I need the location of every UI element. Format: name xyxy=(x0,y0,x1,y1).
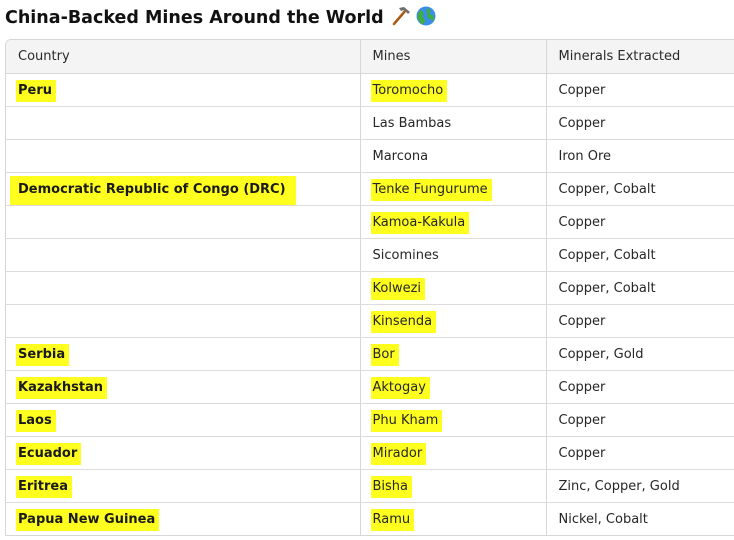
mine-name: Aktogay xyxy=(370,376,430,399)
table-row: Sicomines Copper, Cobalt xyxy=(6,238,734,272)
country-cell xyxy=(6,271,361,305)
mine-cell: Bisha xyxy=(360,469,547,503)
country-cell xyxy=(6,205,361,239)
mine-cell: Sicomines xyxy=(360,238,547,272)
minerals-cell: Copper xyxy=(546,370,734,404)
mine-name: Phu Kham xyxy=(370,409,443,432)
title-icons xyxy=(390,5,437,32)
country-name: Peru xyxy=(16,79,57,102)
country-name: Serbia xyxy=(16,343,70,366)
mine-cell: Ramu xyxy=(360,502,547,535)
country-cell: Peru xyxy=(6,73,361,107)
mine-name: Tenke Fungurume xyxy=(370,178,492,201)
column-header-minerals[interactable]: Minerals Extracted xyxy=(546,40,734,74)
mine-name: Ramu xyxy=(370,508,415,531)
mine-name: Bisha xyxy=(370,475,413,498)
table-row: Kinsenda Copper xyxy=(6,304,734,338)
mines-table: Country Mines Minerals Extracted Peru Tor… xyxy=(6,40,734,535)
table-row: Ecuador Mirador Copper xyxy=(6,436,734,470)
mine-name: Kinsenda xyxy=(370,310,437,333)
mine-cell: Las Bambas xyxy=(360,106,547,140)
mine-cell: Kinsenda xyxy=(360,304,547,338)
minerals-cell: Iron Ore xyxy=(546,139,734,173)
country-cell: Laos xyxy=(6,403,361,437)
mine-name: Kolwezi xyxy=(370,277,426,300)
minerals-cell: Zinc, Copper, Gold xyxy=(546,469,734,503)
column-header-country[interactable]: Country xyxy=(6,40,361,74)
table-row: Laos Phu Kham Copper xyxy=(6,403,734,437)
mine-name: Marcona xyxy=(372,148,429,164)
globe-icon xyxy=(415,5,437,32)
page-title: China-Backed Mines Around the World xyxy=(5,5,437,31)
minerals-cell: Copper xyxy=(546,73,734,107)
country-name: Democratic Republic of Congo (DRC) xyxy=(10,175,296,205)
country-cell xyxy=(6,106,361,140)
table-row: Peru Toromocho Copper xyxy=(6,73,734,107)
table-row: Marcona Iron Ore xyxy=(6,139,734,173)
table-row: Kazakhstan Aktogay Copper xyxy=(6,370,734,404)
mine-cell: Toromocho xyxy=(360,73,547,107)
table-body: Peru Toromocho Copper Las Bambas Copper Marco… xyxy=(6,73,734,535)
mine-name: Sicomines xyxy=(372,247,439,263)
hammer-pick-icon xyxy=(390,5,412,32)
table-row: Las Bambas Copper xyxy=(6,106,734,140)
mine-cell: Mirador xyxy=(360,436,547,470)
mine-name: Mirador xyxy=(370,442,427,465)
minerals-cell: Copper, Cobalt xyxy=(546,271,734,305)
table-row: Kolwezi Copper, Cobalt xyxy=(6,271,734,305)
table-header-row: Country Mines Minerals Extracted xyxy=(6,40,734,74)
minerals-cell: Copper xyxy=(546,436,734,470)
mine-name: Bor xyxy=(370,343,399,366)
minerals-cell: Copper, Cobalt xyxy=(546,172,734,206)
page-title-text: China-Backed Mines Around the World xyxy=(5,8,384,28)
minerals-cell: Copper xyxy=(546,403,734,437)
mine-cell: Bor xyxy=(360,337,547,371)
table-row: Eritrea Bisha Zinc, Copper, Gold xyxy=(6,469,734,503)
country-name: Kazakhstan xyxy=(16,376,108,399)
country-cell xyxy=(6,139,361,173)
table-row: Papua New Guinea Ramu Nickel, Cobalt xyxy=(6,502,734,535)
mine-cell: Phu Kham xyxy=(360,403,547,437)
column-header-mines[interactable]: Mines xyxy=(360,40,547,74)
mine-name: Kamoa-Kakula xyxy=(370,211,470,234)
country-cell: Ecuador xyxy=(6,436,361,470)
minerals-cell: Copper, Gold xyxy=(546,337,734,371)
country-cell xyxy=(6,238,361,272)
country-cell: Kazakhstan xyxy=(6,370,361,404)
minerals-cell: Copper xyxy=(546,205,734,239)
mine-cell: Kamoa-Kakula xyxy=(360,205,547,239)
country-cell: Serbia xyxy=(6,337,361,371)
minerals-cell: Copper, Cobalt xyxy=(546,238,734,272)
minerals-cell: Nickel, Cobalt xyxy=(558,511,648,527)
table-row: Serbia Bor Copper, Gold xyxy=(6,337,734,371)
country-cell: Papua New Guinea xyxy=(6,502,361,535)
country-name: Ecuador xyxy=(16,442,82,465)
table-row: Democratic Republic of Congo (DRC) Tenke … xyxy=(6,172,734,206)
country-name: Papua New Guinea xyxy=(16,508,160,531)
mine-name: Toromocho xyxy=(370,79,448,102)
mine-cell: Kolwezi xyxy=(360,271,547,305)
mine-cell: Tenke Fungurume xyxy=(360,172,547,206)
country-name: Eritrea xyxy=(16,475,72,498)
mine-cell: Aktogay xyxy=(360,370,547,404)
country-cell: Eritrea xyxy=(6,469,361,503)
minerals-cell: Copper xyxy=(546,106,734,140)
minerals-cell: Copper xyxy=(546,304,734,338)
mines-table-container: Country Mines Minerals Extracted Peru Tor… xyxy=(5,39,734,536)
table-row: Kamoa-Kakula Copper xyxy=(6,205,734,239)
mine-cell: Marcona xyxy=(360,139,547,173)
country-cell: Democratic Republic of Congo (DRC) xyxy=(6,172,361,206)
mine-name: Las Bambas xyxy=(372,115,452,131)
country-name: Laos xyxy=(16,409,56,432)
country-cell xyxy=(6,304,361,338)
